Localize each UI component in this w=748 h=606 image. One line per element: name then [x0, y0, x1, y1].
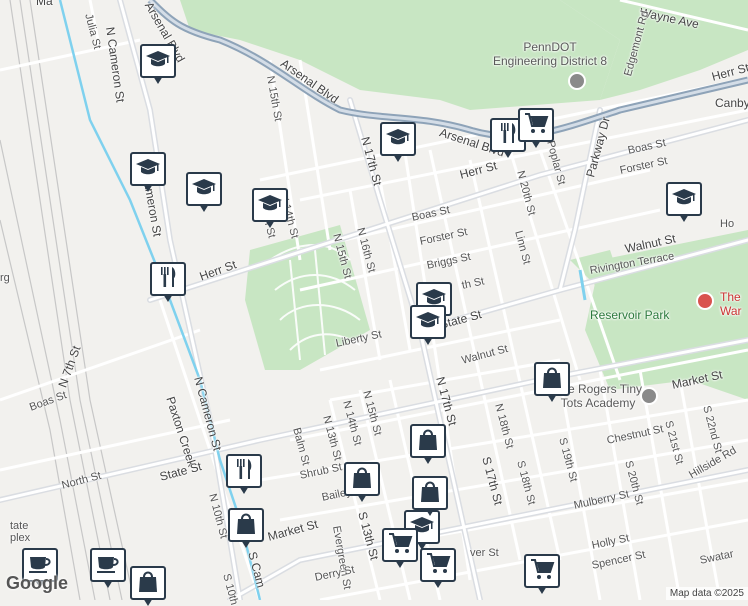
- label-ho: Ho: [720, 218, 735, 230]
- map-pin-shopping[interactable]: [410, 424, 446, 464]
- grocery-icon: [387, 531, 413, 560]
- map-pin-school[interactable]: [666, 182, 702, 222]
- school-icon: [671, 185, 697, 214]
- map-pin-school[interactable]: [140, 44, 176, 84]
- museum-label[interactable]: The War: [720, 290, 742, 318]
- google-logo: Google: [6, 573, 68, 593]
- map-pin-cafe[interactable]: [90, 548, 126, 588]
- school-icon: [135, 155, 161, 184]
- map-pin-shopping[interactable]: [130, 566, 166, 606]
- reservoir-park-label[interactable]: Reservoir Park: [590, 308, 669, 322]
- school-icon: [415, 308, 441, 337]
- map-pin-school[interactable]: [410, 305, 446, 345]
- label-ver-st: ver St: [470, 547, 499, 559]
- map-pin-grocery[interactable]: [518, 108, 554, 148]
- shopping-icon: [349, 465, 375, 494]
- map-pin-shopping[interactable]: [344, 462, 380, 502]
- map-pin-restaurant[interactable]: [150, 262, 186, 302]
- map-pin-school[interactable]: [130, 152, 166, 192]
- map-pin-grocery[interactable]: [382, 528, 418, 568]
- label-rg: rg: [0, 272, 10, 284]
- map-pin-shopping[interactable]: [228, 508, 264, 548]
- map-attribution[interactable]: Map data ©2025: [665, 587, 748, 600]
- museum-icon[interactable]: [696, 292, 714, 310]
- school-icon: [385, 125, 411, 154]
- government-icon[interactable]: [568, 72, 586, 90]
- restaurant-icon: [231, 457, 257, 486]
- map-pin-grocery[interactable]: [420, 548, 456, 588]
- grocery-icon: [425, 551, 451, 580]
- grocery-icon: [523, 111, 549, 140]
- school-icon: [257, 191, 283, 220]
- label-ma: Ma: [36, 0, 53, 8]
- grocery-icon: [529, 557, 555, 586]
- school-dot-icon[interactable]: [640, 387, 658, 405]
- shopping-icon: [539, 365, 565, 394]
- school-icon: [145, 47, 171, 76]
- map-pin-school[interactable]: [186, 172, 222, 212]
- map-pin-shopping[interactable]: [412, 476, 448, 516]
- shopping-icon: [415, 427, 441, 456]
- label-state-complex: tate plex: [10, 520, 31, 544]
- label-canby: Canby: [715, 96, 748, 110]
- cafe-icon: [95, 551, 121, 580]
- restaurant-icon: [155, 265, 181, 294]
- map-pin-restaurant[interactable]: [226, 454, 262, 494]
- map-pin-shopping[interactable]: [534, 362, 570, 402]
- shopping-icon: [417, 479, 443, 508]
- map-pin-school[interactable]: [380, 122, 416, 162]
- map-pin-school[interactable]: [252, 188, 288, 228]
- penndot-label[interactable]: PennDOT Engineering District 8: [470, 40, 630, 68]
- shopping-icon: [233, 511, 259, 540]
- map-pin-grocery[interactable]: [524, 554, 560, 594]
- school-icon: [191, 175, 217, 204]
- shopping-icon: [135, 569, 161, 598]
